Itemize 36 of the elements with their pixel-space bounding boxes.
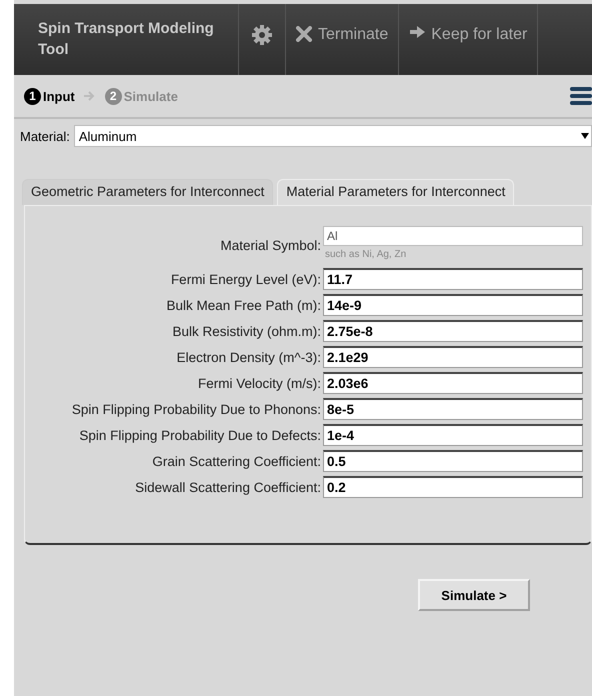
tab[interactable]: Material Parameters for Interconnect [277, 179, 514, 205]
field-label: Material Symbol: [219, 237, 321, 253]
step-tab[interactable]: 1 Input [24, 88, 75, 104]
field-label: Electron Density (m^-3): [176, 349, 321, 365]
field-label: Sidewall Scattering Coefficient: [134, 479, 321, 495]
field-hint: such as Ni, Ag, Zn [324, 248, 408, 262]
field-label: Grain Scattering Coefficient: [151, 453, 321, 469]
input-field[interactable]: 1e-4 [323, 424, 583, 446]
input-field[interactable]: 2.75e-8 [323, 320, 583, 342]
field-label: Spin Flipping Probability Due to Phonons: [70, 401, 321, 417]
field-label: Bulk Mean Free Path (m): [165, 297, 321, 313]
field-label: Fermi Velocity (m/s): [196, 375, 321, 391]
menu-icon[interactable] [570, 85, 592, 107]
input-field[interactable]: 14e-9 [323, 294, 583, 316]
material-label: Material: [20, 128, 70, 144]
input-field[interactable]: 0.5 [323, 450, 583, 472]
input-field[interactable]: 8e-5 [323, 398, 583, 420]
field-label: Spin Flipping Probability Due to Defects: [78, 427, 321, 443]
arrow-icon [82, 91, 97, 101]
input-field[interactable]: 2.03e6 [323, 372, 583, 394]
keep-for-later-button[interactable]: Keep for later [399, 4, 538, 75]
field-label: Bulk Resistivity (ohm.m): [171, 323, 321, 339]
input-field[interactable]: 2.1e29 [323, 346, 583, 368]
app-title: Spin Transport Modeling Tool [14, 4, 239, 75]
close-icon [296, 26, 312, 42]
dropdown-arrow-icon [581, 133, 589, 139]
terminate-button[interactable]: Terminate [286, 4, 400, 75]
tab[interactable]: Geometric Parameters for Interconnect [22, 179, 274, 205]
arrow-icon [409, 26, 426, 38]
field-label: Fermi Energy Level (eV): [170, 271, 321, 287]
input-field[interactable]: 11.7 [323, 268, 583, 290]
input-field[interactable]: Al [323, 226, 583, 246]
simulate-button[interactable]: Simulate > [418, 579, 530, 611]
input-field[interactable]: 0.2 [323, 476, 583, 498]
settings-icon [251, 24, 273, 46]
material-dropdown[interactable]: Aluminum [74, 125, 592, 147]
